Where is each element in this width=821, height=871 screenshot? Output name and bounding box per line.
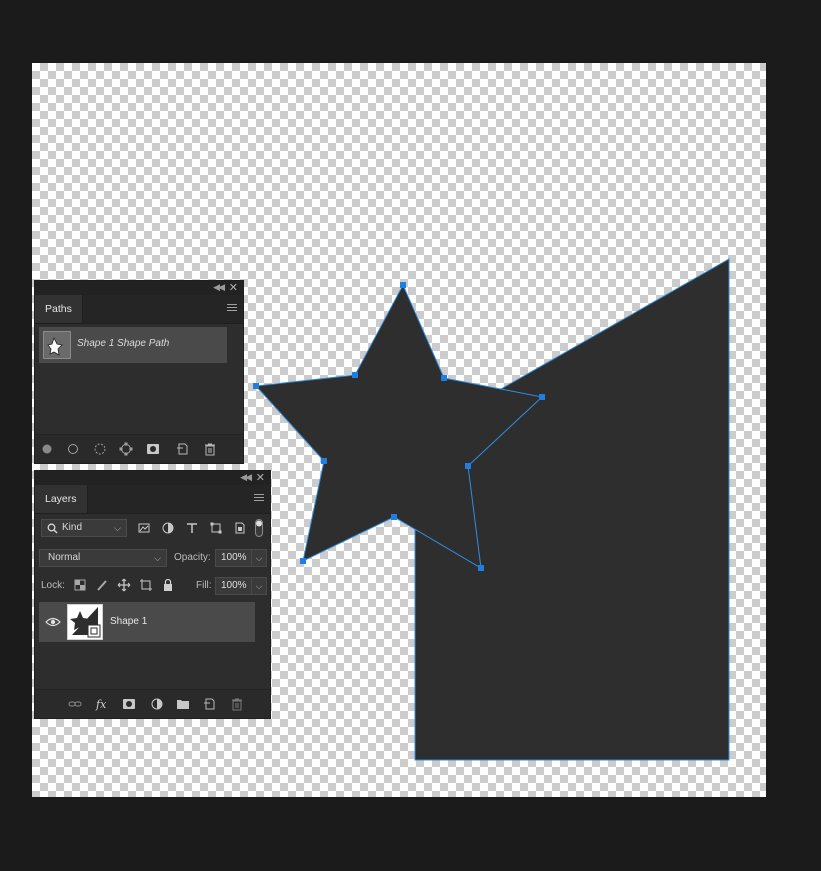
type-filter-icon[interactable] bbox=[185, 521, 199, 535]
layer-filter-row: Kind ⌵ bbox=[39, 517, 267, 539]
smart-object-filter-icon[interactable] bbox=[233, 521, 247, 535]
load-selection-icon[interactable] bbox=[92, 441, 108, 457]
search-icon bbox=[47, 523, 58, 534]
fill-label: Fill: bbox=[196, 580, 212, 591]
adjustment-filter-icon[interactable] bbox=[161, 521, 175, 535]
chevron-down-icon: ⌵ bbox=[114, 523, 121, 533]
panel-tab-bar: Layers bbox=[35, 485, 270, 514]
delete-layer-icon[interactable] bbox=[229, 696, 245, 712]
add-mask-icon[interactable] bbox=[121, 696, 137, 712]
fill-chevron-icon[interactable]: ⌵ bbox=[251, 577, 267, 595]
path-item[interactable]: Shape 1 Shape Path bbox=[39, 327, 227, 363]
tab-paths[interactable]: Paths bbox=[35, 295, 83, 323]
anchor-point[interactable] bbox=[253, 383, 259, 389]
panel-menu-icon[interactable] bbox=[254, 494, 264, 503]
delete-path-icon[interactable] bbox=[202, 441, 218, 457]
layer-row[interactable]: Shape 1 bbox=[39, 602, 255, 642]
path-thumbnail bbox=[43, 331, 71, 359]
layers-footer: fx bbox=[35, 689, 270, 718]
lock-transparent-icon[interactable] bbox=[73, 578, 87, 592]
path-label: Shape 1 Shape Path bbox=[77, 338, 170, 349]
anchor-point[interactable] bbox=[400, 282, 406, 288]
layer-thumbnail[interactable] bbox=[67, 604, 103, 640]
kind-filter-value: Kind bbox=[62, 522, 83, 533]
lock-image-icon[interactable] bbox=[95, 578, 109, 592]
layer-name: Shape 1 bbox=[110, 616, 148, 627]
lock-label: Lock: bbox=[41, 580, 65, 591]
lock-all-icon[interactable] bbox=[161, 578, 175, 592]
anchor-point[interactable] bbox=[539, 394, 545, 400]
anchor-point[interactable] bbox=[465, 463, 471, 469]
tab-layers[interactable]: Layers bbox=[35, 485, 88, 513]
chevron-down-icon: ⌵ bbox=[154, 553, 161, 563]
stroke-path-icon[interactable] bbox=[65, 441, 81, 457]
add-mask-icon[interactable] bbox=[145, 441, 161, 457]
opacity-label: Opacity: bbox=[174, 552, 211, 563]
panel-menu-icon[interactable] bbox=[227, 304, 237, 313]
close-panel-icon[interactable]: ✕ bbox=[229, 281, 238, 294]
paths-footer bbox=[35, 434, 243, 463]
collapse-panel-icon[interactable]: ◀◀ bbox=[240, 472, 252, 483]
eye-icon[interactable] bbox=[45, 616, 61, 628]
new-path-icon[interactable] bbox=[175, 441, 191, 457]
blend-mode-value: Normal bbox=[48, 552, 81, 563]
path-thumbnail-icon bbox=[47, 336, 63, 356]
kind-filter-select[interactable]: Kind ⌵ bbox=[41, 519, 127, 537]
opacity-chevron-icon[interactable]: ⌵ bbox=[251, 549, 267, 567]
lock-artboard-icon[interactable] bbox=[139, 578, 153, 592]
new-layer-icon[interactable] bbox=[202, 696, 218, 712]
collapse-panel-icon[interactable]: ◀◀ bbox=[213, 282, 225, 293]
anchor-point[interactable] bbox=[321, 458, 327, 464]
panel-topbar: ◀◀ ✕ bbox=[35, 471, 270, 485]
panel-tab-bar: Paths bbox=[35, 295, 243, 324]
fill-field[interactable]: 100% bbox=[215, 577, 253, 595]
new-adjustment-icon[interactable] bbox=[149, 696, 165, 712]
make-work-path-icon[interactable] bbox=[118, 441, 134, 457]
anchor-point[interactable] bbox=[391, 514, 397, 520]
anchor-point[interactable] bbox=[352, 372, 358, 378]
link-layers-icon[interactable] bbox=[67, 696, 83, 712]
lock-position-icon[interactable] bbox=[117, 578, 131, 592]
anchor-point[interactable] bbox=[300, 558, 306, 564]
shape-thumbnail-icon bbox=[70, 607, 101, 638]
paths-panel: ◀◀ ✕ Paths Shape 1 Shape Path bbox=[34, 280, 244, 464]
filter-toggle[interactable] bbox=[255, 519, 263, 537]
panel-topbar: ◀◀ ✕ bbox=[35, 281, 243, 295]
layers-panel: ◀◀ ✕ Layers Kind ⌵ Normal ⌵ Opacity: 100… bbox=[34, 470, 271, 719]
new-group-icon[interactable] bbox=[175, 696, 191, 712]
shape-filter-icon[interactable] bbox=[209, 521, 223, 535]
anchor-point[interactable] bbox=[478, 565, 484, 571]
anchor-point[interactable] bbox=[441, 375, 447, 381]
svg-text:fx: fx bbox=[95, 698, 107, 711]
opacity-field[interactable]: 100% bbox=[215, 549, 253, 567]
blend-mode-select[interactable]: Normal ⌵ bbox=[39, 549, 167, 567]
fx-icon[interactable]: fx bbox=[95, 696, 111, 712]
pixel-filter-icon[interactable] bbox=[137, 521, 151, 535]
close-panel-icon[interactable]: ✕ bbox=[256, 471, 265, 484]
fill-path-icon[interactable] bbox=[39, 441, 55, 457]
